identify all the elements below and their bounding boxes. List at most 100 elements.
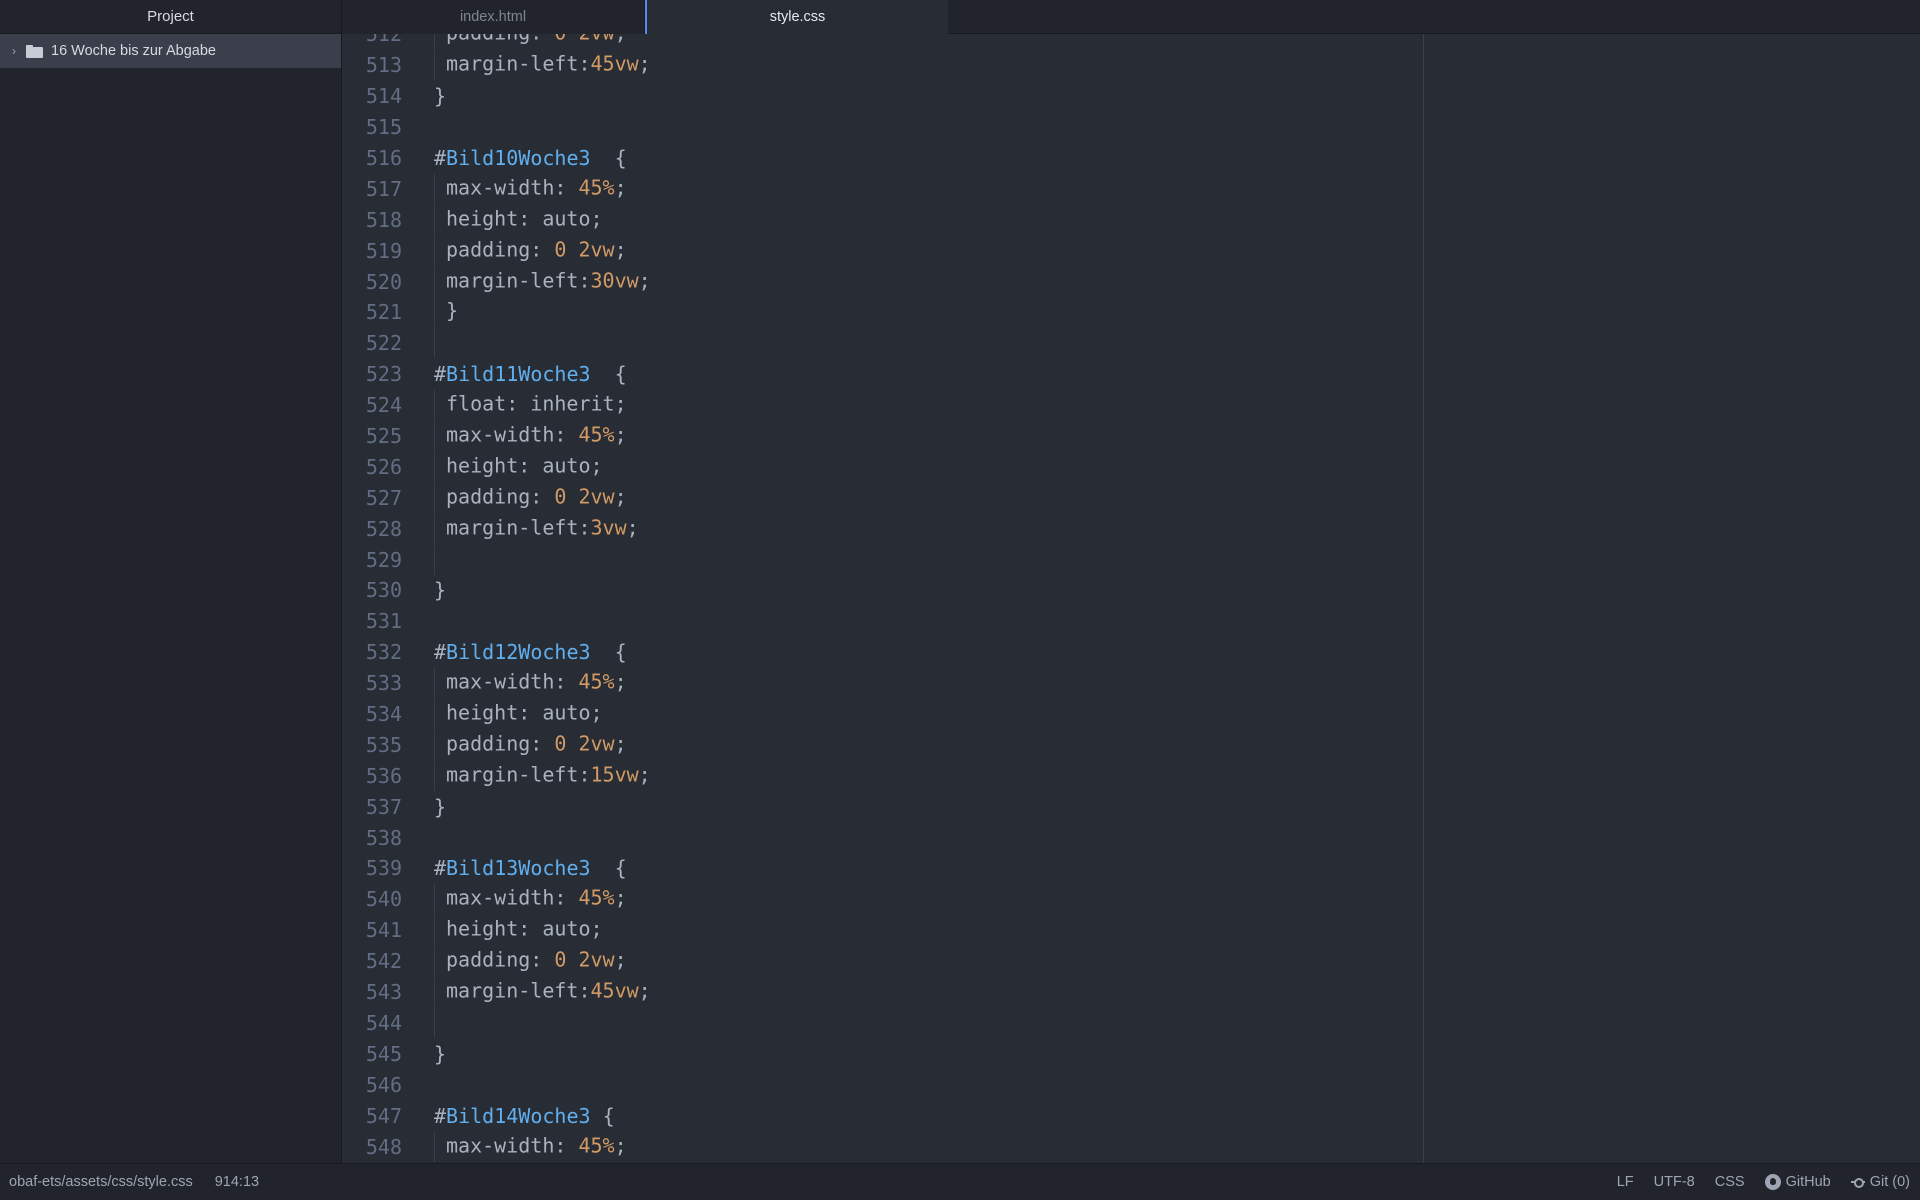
- code-line[interactable]: 513 margin-left:45vw;: [342, 50, 1920, 81]
- line-number[interactable]: 534: [342, 702, 402, 726]
- code-line[interactable]: 540 max-width: 45%;: [342, 884, 1920, 915]
- line-number[interactable]: 540: [342, 887, 402, 911]
- line-number[interactable]: 523: [342, 362, 402, 386]
- code-line[interactable]: 514}: [342, 81, 1920, 112]
- code-line[interactable]: 545}: [342, 1038, 1920, 1069]
- line-number[interactable]: 543: [342, 980, 402, 1004]
- line-number[interactable]: 535: [342, 733, 402, 757]
- code-line[interactable]: 524 float: inherit;: [342, 390, 1920, 421]
- cursor-position[interactable]: 914:13: [215, 1174, 259, 1190]
- code-line[interactable]: 519 padding: 0 2vw;: [342, 235, 1920, 266]
- line-number[interactable]: 531: [342, 609, 402, 633]
- line-number[interactable]: 548: [342, 1135, 402, 1159]
- line-number[interactable]: 514: [342, 84, 402, 108]
- file-path[interactable]: obaf-ets/assets/css/style.css: [9, 1174, 193, 1190]
- line-number[interactable]: 516: [342, 146, 402, 170]
- line-content: padding: 0 2vw;: [402, 729, 627, 760]
- line-number[interactable]: 515: [342, 115, 402, 139]
- line-number[interactable]: 517: [342, 177, 402, 201]
- line-number[interactable]: 536: [342, 764, 402, 788]
- line-number[interactable]: 538: [342, 826, 402, 850]
- line-ending[interactable]: LF: [1617, 1174, 1634, 1190]
- line-number[interactable]: 541: [342, 918, 402, 942]
- code-line[interactable]: 534 height: auto;: [342, 699, 1920, 730]
- line-number[interactable]: 513: [342, 53, 402, 77]
- code-line[interactable]: 548 max-width: 45%;: [342, 1131, 1920, 1162]
- code-line[interactable]: 528 margin-left:3vw;: [342, 513, 1920, 544]
- git-button[interactable]: Git (0): [1850, 1174, 1910, 1190]
- code-token: padding:: [446, 237, 555, 262]
- code-line[interactable]: 529: [342, 544, 1920, 575]
- encoding[interactable]: UTF-8: [1654, 1174, 1695, 1190]
- line-number[interactable]: 529: [342, 548, 402, 572]
- github-button[interactable]: GitHub: [1764, 1174, 1831, 1190]
- line-number[interactable]: 547: [342, 1104, 402, 1128]
- tab-style-css[interactable]: style.css: [645, 0, 948, 34]
- chevron-right-icon[interactable]: ›: [8, 44, 20, 58]
- line-number[interactable]: 524: [342, 393, 402, 417]
- code-line[interactable]: 515: [342, 112, 1920, 143]
- tree-item-folder[interactable]: › 16 Woche bis zur Abgabe: [0, 34, 341, 68]
- git-label: Git (0): [1869, 1174, 1910, 1190]
- line-number[interactable]: 525: [342, 424, 402, 448]
- code-line[interactable]: 526 height: auto;: [342, 451, 1920, 482]
- line-number[interactable]: 522: [342, 331, 402, 355]
- code-line[interactable]: 539 #Bild13Woche3 {: [342, 853, 1920, 884]
- code-token: ;: [638, 268, 651, 293]
- line-number[interactable]: 518: [342, 208, 402, 232]
- code-line[interactable]: 535 padding: 0 2vw;: [342, 729, 1920, 760]
- code-line[interactable]: 541 height: auto;: [342, 915, 1920, 946]
- line-number[interactable]: 519: [342, 239, 402, 263]
- line-number[interactable]: 521: [342, 300, 402, 324]
- code-line[interactable]: 525 max-width: 45%;: [342, 421, 1920, 452]
- indent-guide: [434, 451, 446, 482]
- line-number[interactable]: 526: [342, 455, 402, 479]
- code-line[interactable]: 537}: [342, 791, 1920, 822]
- code-token: max-width:: [446, 422, 579, 447]
- project-panel-title[interactable]: Project: [0, 0, 341, 34]
- line-number[interactable]: 546: [342, 1073, 402, 1097]
- line-number[interactable]: 520: [342, 270, 402, 294]
- tab-index-html[interactable]: index.html: [342, 0, 645, 34]
- line-number[interactable]: 544: [342, 1011, 402, 1035]
- code-line[interactable]: 547 #Bild14Woche3 {: [342, 1100, 1920, 1131]
- line-content: }: [402, 578, 446, 602]
- code-line[interactable]: 527 padding: 0 2vw;: [342, 482, 1920, 513]
- indent-guide: [434, 513, 446, 544]
- line-content: #Bild13Woche3 {: [402, 856, 627, 880]
- code-line[interactable]: 542 padding: 0 2vw;: [342, 946, 1920, 977]
- code-line[interactable]: 518 height: auto;: [342, 204, 1920, 235]
- code-line[interactable]: 531: [342, 606, 1920, 637]
- code-line[interactable]: 538: [342, 822, 1920, 853]
- code-line[interactable]: 543 margin-left:45vw;: [342, 977, 1920, 1008]
- grammar[interactable]: CSS: [1715, 1174, 1745, 1190]
- line-number[interactable]: 545: [342, 1042, 402, 1066]
- line-content: }: [402, 1042, 446, 1066]
- code-editor[interactable]: 512padding: 0 2vw;513margin-left:45vw;51…: [342, 34, 1920, 1163]
- code-line[interactable]: 546: [342, 1069, 1920, 1100]
- line-number[interactable]: 530: [342, 578, 402, 602]
- code-line[interactable]: 544: [342, 1007, 1920, 1039]
- code-line[interactable]: 516 #Bild10Woche3 {: [342, 143, 1920, 174]
- code-line[interactable]: 520 margin-left:30vw;: [342, 266, 1920, 297]
- line-number[interactable]: 512: [342, 34, 402, 46]
- line-number[interactable]: 527: [342, 486, 402, 510]
- line-number[interactable]: 542: [342, 949, 402, 973]
- code-line[interactable]: 521}: [342, 297, 1920, 328]
- code-line[interactable]: 522: [342, 328, 1920, 359]
- line-number[interactable]: 532: [342, 640, 402, 664]
- code-line[interactable]: 532 #Bild12Woche3 {: [342, 637, 1920, 668]
- line-number[interactable]: 537: [342, 795, 402, 819]
- code-line[interactable]: 523 #Bild11Woche3 {: [342, 359, 1920, 390]
- line-number[interactable]: 528: [342, 517, 402, 541]
- code-line[interactable]: 512padding: 0 2vw;: [342, 34, 1920, 50]
- editor-lines: 512padding: 0 2vw;513margin-left:45vw;51…: [342, 34, 1920, 1162]
- code-line[interactable]: 536 margin-left:15vw;: [342, 760, 1920, 791]
- code-line[interactable]: 530}: [342, 575, 1920, 606]
- code-token: height: auto;: [446, 206, 603, 231]
- code-line[interactable]: 517 max-width: 45%;: [342, 173, 1920, 204]
- hash-token: #: [434, 146, 447, 170]
- line-number[interactable]: 533: [342, 671, 402, 695]
- line-number[interactable]: 539: [342, 856, 402, 880]
- code-line[interactable]: 533 max-width: 45%;: [342, 668, 1920, 699]
